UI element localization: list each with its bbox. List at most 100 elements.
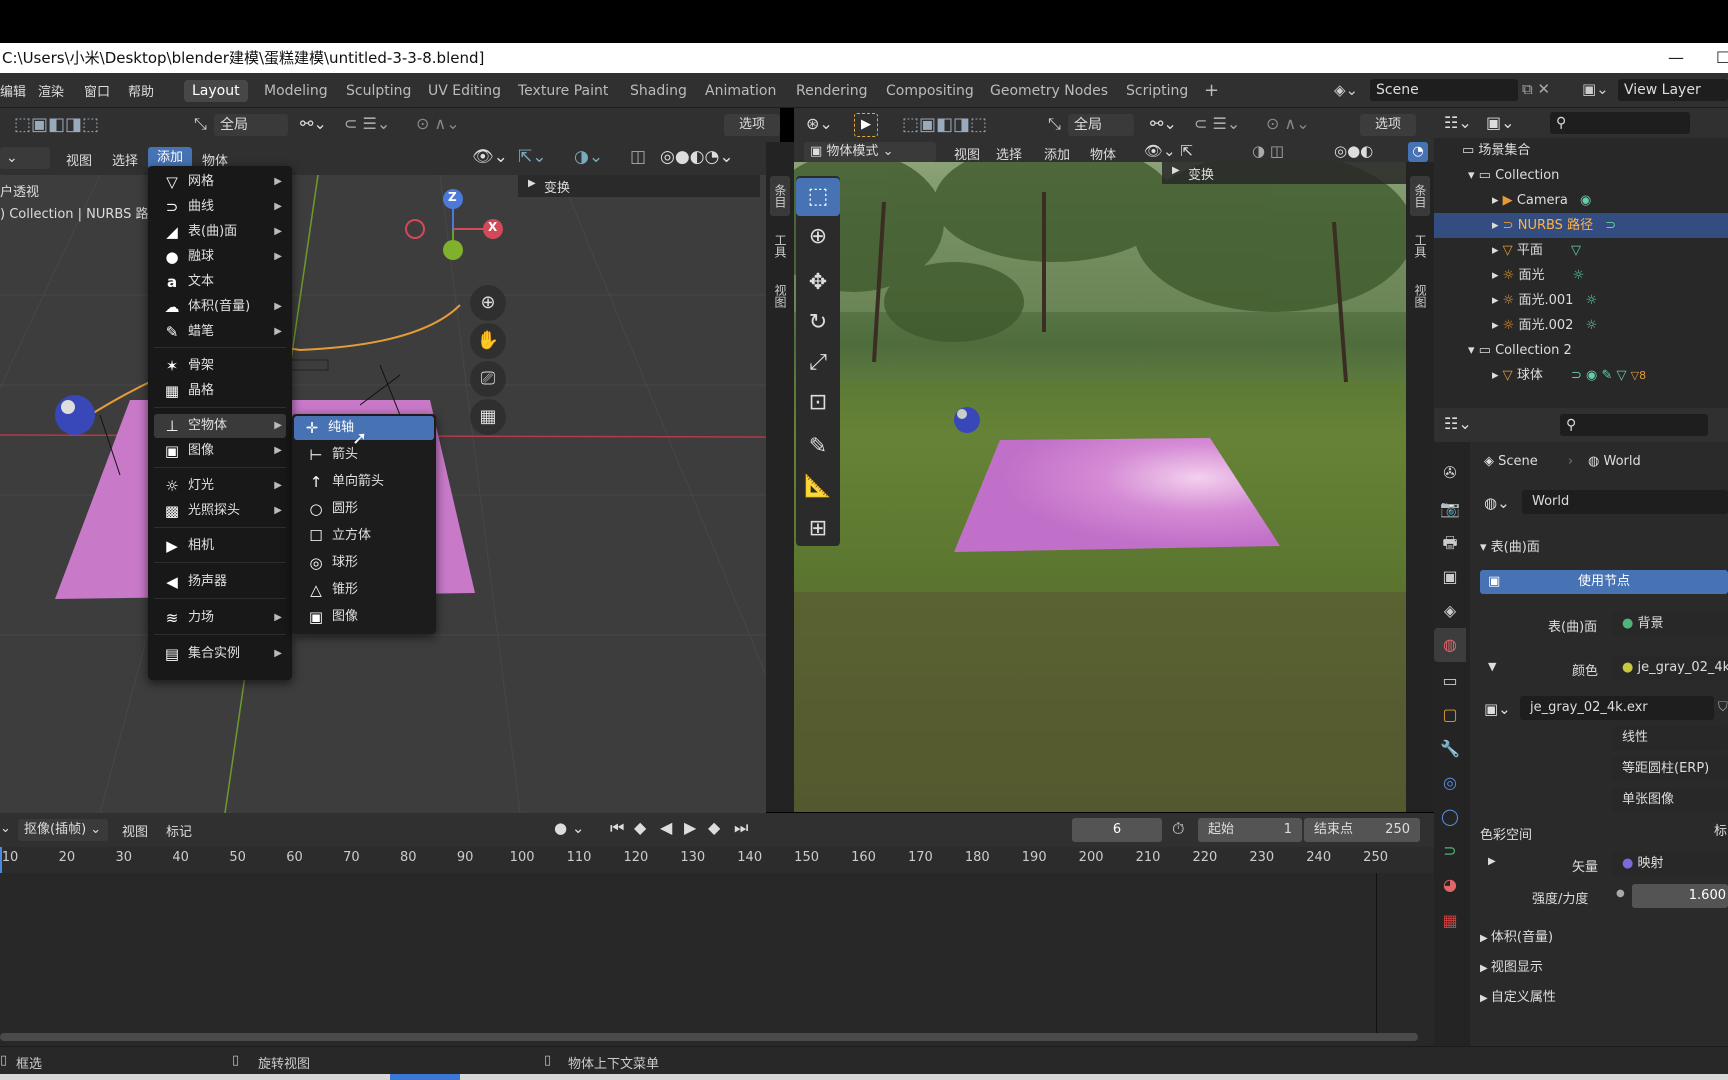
- measure-tool-icon[interactable]: 📐: [796, 468, 840, 506]
- right-proportional-icon[interactable]: ⊙ ∧⌄: [1266, 114, 1310, 133]
- section-viewport-display[interactable]: ▶ 视图显示: [1480, 956, 1543, 975]
- data-tab-icon[interactable]: ⊃: [1434, 834, 1466, 868]
- editor-type-selector[interactable]: ⌄: [0, 147, 50, 169]
- render-tab-icon[interactable]: 📷: [1434, 492, 1466, 526]
- tab-item[interactable]: 条目: [770, 176, 790, 216]
- right-options-dropdown[interactable]: 选项: [1360, 114, 1416, 136]
- right-transform-panel[interactable]: ▶ 变换: [1162, 162, 1406, 184]
- world-datablock-icon[interactable]: ◍⌄: [1484, 494, 1510, 512]
- add-cube-tool-icon[interactable]: ⊞: [796, 510, 840, 548]
- pan-hand-icon[interactable]: ✋: [470, 323, 506, 359]
- outliner-row[interactable]: ▸ ☼ 面光 ☼: [1434, 263, 1728, 288]
- image-datablock-icon[interactable]: ▣⌄: [1484, 700, 1511, 718]
- tab-uv-editing[interactable]: UV Editing: [420, 80, 509, 102]
- empty-cone[interactable]: △ 锥形: [298, 578, 430, 602]
- jump-end-icon[interactable]: ⏭: [734, 818, 748, 838]
- tab-rendering[interactable]: Rendering: [788, 80, 876, 102]
- outliner-row[interactable]: ▸ ☼ 面光.002 ☼: [1434, 313, 1728, 338]
- modifier-tab-icon[interactable]: 🔧: [1434, 732, 1466, 766]
- transform-orient-selector[interactable]: 全局: [214, 114, 288, 136]
- play-reverse-icon[interactable]: ◀: [660, 818, 672, 837]
- select-tool-icon[interactable]: ▶: [854, 113, 878, 137]
- minimize-button[interactable]: —: [1668, 43, 1684, 73]
- add-menu-item-volume[interactable]: ☁ 体积(音量) ▶: [154, 295, 286, 319]
- outliner-search-input[interactable]: ⚲: [1550, 112, 1690, 134]
- view-layer-tab-icon[interactable]: ▣: [1434, 560, 1466, 594]
- rendered-sphere[interactable]: [954, 407, 980, 433]
- ortho-toggle-icon[interactable]: ▦: [470, 399, 506, 435]
- menu-window[interactable]: 窗口: [84, 81, 110, 100]
- right-editor-type-icon[interactable]: ⊛⌄: [806, 114, 833, 133]
- properties-editor-icon[interactable]: ☷⌄: [1444, 414, 1472, 433]
- add-menu-item-speaker[interactable]: ◀ 扬声器: [154, 570, 286, 594]
- select-mode-icons[interactable]: ⬚▣◧◨⬚: [14, 114, 99, 135]
- prev-keyframe-icon[interactable]: ◆: [634, 818, 646, 837]
- left-transform-panel[interactable]: ▶ 变换: [518, 175, 760, 197]
- view-layer-icon[interactable]: ▣⌄: [1582, 80, 1609, 98]
- playhead[interactable]: [0, 847, 2, 873]
- scene-icon[interactable]: ◈⌄: [1334, 81, 1358, 99]
- tab-tool[interactable]: 工具: [770, 226, 790, 266]
- scale-tool-icon[interactable]: ⤢: [796, 344, 840, 382]
- shading-mode-icons[interactable]: ◎●◐◔⌄: [660, 147, 734, 167]
- outliner-row[interactable]: ▸ ☼ 面光.001 ☼: [1434, 288, 1728, 313]
- outliner-scene-collection[interactable]: ▭ 场景集合: [1434, 138, 1728, 163]
- collection-tab-icon[interactable]: ▭: [1434, 664, 1466, 698]
- tab-geometry-nodes[interactable]: Geometry Nodes: [982, 80, 1116, 102]
- add-menu-item-light[interactable]: ☼ 灯光 ▶: [154, 474, 286, 498]
- jump-start-icon[interactable]: ⏮: [610, 818, 624, 838]
- navigation-gizmo[interactable]: Z X: [405, 187, 505, 267]
- outliner-row-selected[interactable]: ▸ ⊃ NURBS 路径 ⊃: [1434, 213, 1728, 238]
- section-custom-properties[interactable]: ▶ 自定义属性: [1480, 986, 1556, 1005]
- transform-tool-icon[interactable]: ⊡: [796, 384, 840, 422]
- right-overlay-icons[interactable]: ◑ ◫: [1252, 142, 1284, 160]
- section-volume[interactable]: ▶ 体积(音量): [1480, 926, 1553, 945]
- sphere-object[interactable]: [55, 395, 95, 435]
- empty-cube[interactable]: ☐ 立方体: [298, 524, 430, 548]
- outliner-row[interactable]: ▸ ▽ 平面 ▽: [1434, 238, 1728, 263]
- cursor-tool-icon[interactable]: ⊕: [796, 218, 840, 256]
- source-dropdown[interactable]: 单张图像: [1612, 788, 1728, 812]
- color-value-field[interactable]: ● je_gray_02_4k.: [1612, 656, 1728, 680]
- rotate-tool-icon[interactable]: ↻: [796, 304, 840, 342]
- empty-sphere[interactable]: ◎ 球形: [298, 551, 430, 575]
- outliner-row[interactable]: ▾ ▭ Collection: [1434, 163, 1728, 188]
- menu-render[interactable]: 渲染: [38, 81, 64, 100]
- timeline-scrollbar[interactable]: [0, 1033, 1418, 1041]
- right-menu-object[interactable]: 物体: [1090, 144, 1116, 163]
- outliner-row[interactable]: ▸ ▽ 球体 ⊃ ◉ ✎ ▽ ▽8: [1434, 363, 1728, 388]
- menu-help[interactable]: 帮助: [128, 81, 154, 100]
- right-tab-tool[interactable]: 工具: [1410, 226, 1430, 266]
- tab-animation[interactable]: Animation: [697, 80, 784, 102]
- projection-dropdown[interactable]: 等距圆柱(ERP): [1612, 757, 1728, 781]
- timeline-editor-toggle[interactable]: ⌄: [0, 821, 11, 836]
- tab-sculpting[interactable]: Sculpting: [338, 80, 419, 102]
- add-menu-item-collection-instance[interactable]: ▤ 集合实例 ▶: [154, 642, 286, 666]
- world-name-field[interactable]: World: [1522, 490, 1728, 514]
- properties-search-input[interactable]: ⚲: [1560, 414, 1708, 436]
- add-workspace-button[interactable]: +: [1196, 80, 1227, 102]
- output-tab-icon[interactable]: 🖶: [1434, 526, 1466, 560]
- end-frame-field[interactable]: 结束点 250: [1304, 818, 1420, 842]
- left-options-dropdown[interactable]: 选项: [724, 114, 780, 136]
- view-layer-selector[interactable]: View Layer: [1618, 79, 1728, 101]
- add-menu-item-metaball[interactable]: ● 融球 ▶: [154, 245, 286, 269]
- right-select-mode-icons[interactable]: ⬚▣◧◨⬚: [902, 114, 987, 135]
- add-menu-item-armature[interactable]: ✶ 骨架: [154, 354, 286, 378]
- maximize-button[interactable]: ☐: [1716, 43, 1728, 73]
- keying-dropdown[interactable]: 抠像(插帧) ⌄: [18, 819, 108, 841]
- add-menu-item-image[interactable]: ▣ 图像 ▶: [154, 439, 286, 463]
- timeline-track-area[interactable]: [0, 873, 1434, 1046]
- fake-user-shield-icon[interactable]: ⛉: [1718, 700, 1728, 715]
- right-snap-icon[interactable]: ⊂ ☰⌄: [1194, 114, 1240, 133]
- tab-view[interactable]: 视图: [770, 276, 790, 316]
- visibility-eye-icon[interactable]: 👁⌄: [472, 147, 508, 167]
- right-visibility-icon[interactable]: 👁⌄ ⇱: [1144, 142, 1193, 160]
- scene-tab-icon[interactable]: ◈: [1434, 594, 1466, 628]
- add-menu-item-light-probe[interactable]: ▩ 光照探头 ▶: [154, 499, 286, 523]
- particles-tab-icon[interactable]: ◎: [1434, 766, 1466, 800]
- next-keyframe-icon[interactable]: ◆: [708, 818, 720, 837]
- empty-single-arrow[interactable]: ↑ 单向箭头: [298, 470, 430, 494]
- scene-selector[interactable]: Scene: [1370, 79, 1518, 101]
- tab-compositing[interactable]: Compositing: [878, 80, 982, 102]
